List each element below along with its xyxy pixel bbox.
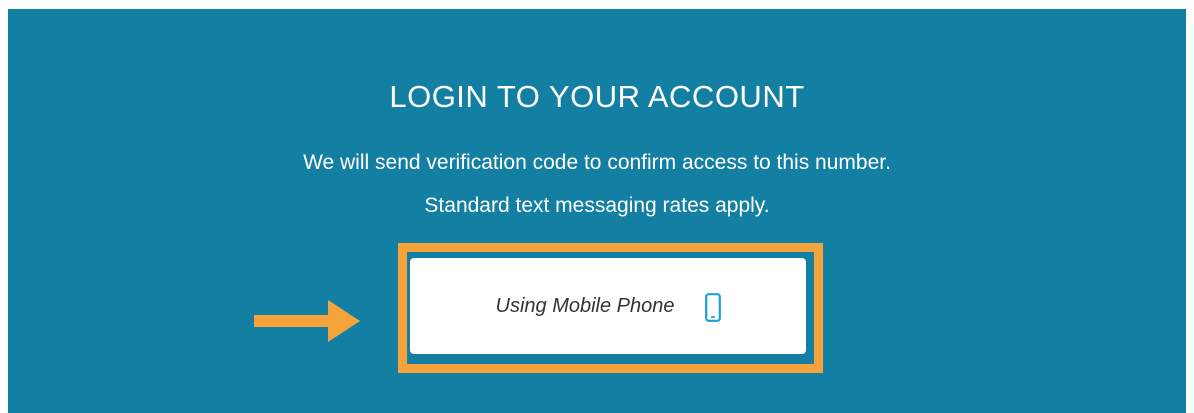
mobile-phone-icon — [704, 292, 721, 322]
rates-message: Standard text messaging rates apply. — [424, 194, 770, 217]
using-mobile-phone-button[interactable]: Using Mobile Phone — [410, 258, 806, 354]
mobile-button-label: Using Mobile Phone — [495, 294, 675, 317]
login-title: LOGIN TO YOUR ACCOUNT — [389, 79, 805, 114]
verification-message: We will send verification code to confir… — [303, 151, 891, 174]
right-arrow-icon — [254, 300, 360, 342]
